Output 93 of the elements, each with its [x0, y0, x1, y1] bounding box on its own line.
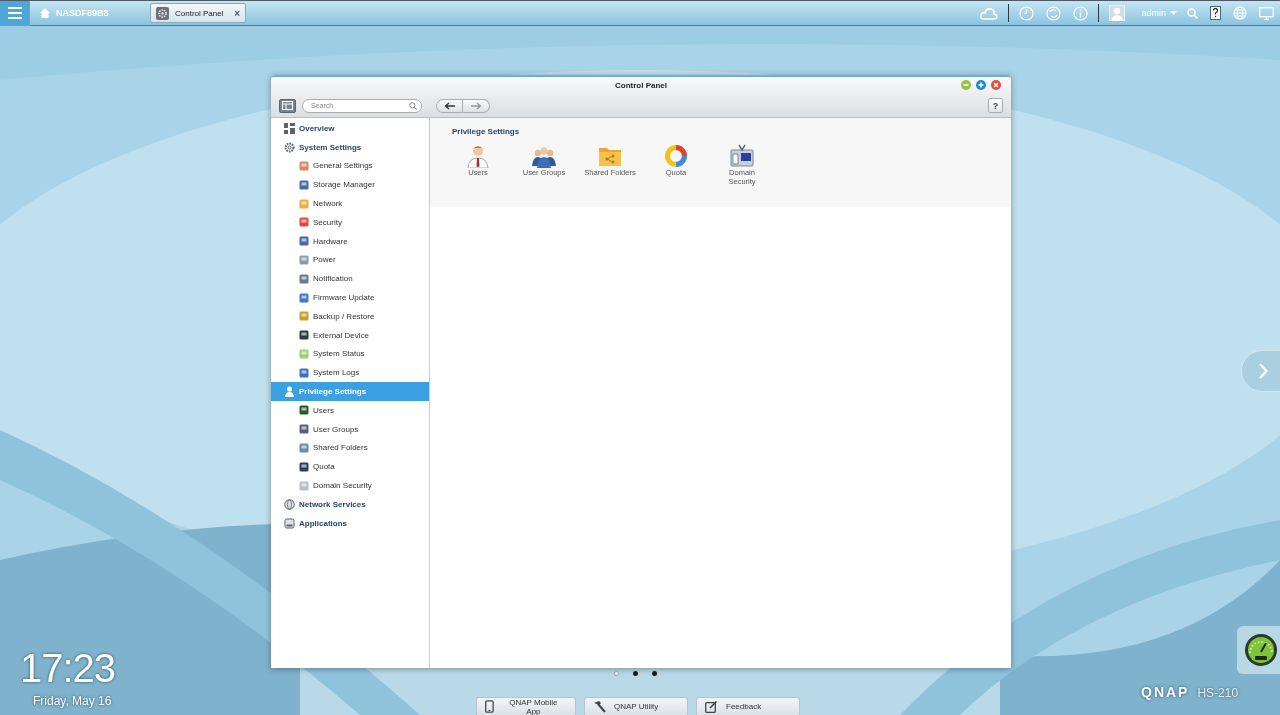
caret-icon[interactable] [1170, 10, 1177, 16]
sidebar-item[interactable]: Network [271, 194, 429, 213]
close-button[interactable] [991, 80, 1001, 90]
sidebar-section[interactable]: Applications [271, 513, 429, 533]
sidebar-item[interactable]: Shared Folders [271, 438, 429, 458]
clock-time: 17:23 [20, 646, 116, 690]
gear-icon [284, 141, 295, 153]
layout-icon [282, 101, 293, 110]
app-icon [299, 161, 309, 171]
app-tab[interactable]: Control Panel × [150, 3, 246, 23]
sidebar-item[interactable]: Backup / Restore [271, 306, 429, 326]
app-icon [299, 198, 309, 209]
sidebar-item[interactable]: Storage Manager [271, 175, 429, 195]
sidebar-item[interactable]: System Status [271, 344, 429, 364]
sidebar-item[interactable]: Power [271, 250, 429, 270]
back-button[interactable] [436, 98, 463, 113]
right-arrow-icon [470, 101, 482, 110]
help-button[interactable]: ? [988, 98, 1003, 113]
sidebar-item[interactable]: External Device [271, 325, 429, 345]
dock-button[interactable]: Feedback [696, 697, 800, 715]
sidebar-item[interactable]: Domain Security [271, 476, 429, 495]
help-icon[interactable] [1210, 6, 1221, 20]
sidebar-section[interactable]: System Settings [271, 137, 429, 157]
search-icon [409, 101, 417, 110]
dashboard-widget[interactable] [1237, 626, 1280, 674]
sidebar-section[interactable]: Network Services [271, 494, 429, 514]
edit-icon [705, 700, 718, 713]
app-icon [299, 480, 309, 491]
page-dot[interactable] [614, 671, 619, 676]
close-button[interactable]: × [234, 7, 240, 19]
sidebar-item[interactable]: System Logs [271, 363, 429, 383]
dock-button[interactable]: QNAP Mobile App [476, 697, 576, 715]
user-group-icon [532, 144, 556, 168]
app-icon [299, 348, 309, 359]
tab-label: Control Panel [175, 8, 225, 18]
brand-logo: QNAP [1141, 684, 1190, 700]
app-icon [299, 442, 309, 453]
gear-icon [156, 6, 169, 20]
sidebar-item[interactable]: Quota [271, 457, 429, 477]
app-icon [299, 236, 309, 247]
sidebar-item[interactable]: User Groups [271, 419, 429, 439]
dock-button[interactable]: QNAP Utility [584, 697, 688, 715]
maximize-button[interactable] [976, 80, 986, 90]
app-icon [299, 461, 309, 472]
app-icon [299, 367, 309, 378]
app-icon [299, 424, 309, 435]
phone-icon [485, 700, 494, 713]
app-icon [299, 217, 309, 228]
sidebar-item[interactable]: Users [271, 400, 429, 420]
chevron-right-icon [1258, 363, 1268, 379]
user-icon [466, 144, 490, 168]
sidebar-item[interactable]: General Settings [271, 156, 429, 176]
left-arrow-icon [443, 101, 456, 110]
avatar-icon[interactable] [1109, 5, 1126, 21]
home-icon [40, 8, 50, 18]
clock-date: Friday, May 16 [33, 694, 113, 708]
app-icon [299, 179, 309, 190]
search-icon[interactable] [1187, 7, 1198, 19]
sidebar-item[interactable]: Hardware [271, 231, 429, 251]
clock-icon[interactable] [1019, 5, 1035, 21]
globe-icon[interactable] [1233, 6, 1247, 20]
drive-icon [284, 517, 295, 529]
person-icon [284, 386, 295, 398]
app-icon [299, 330, 309, 341]
sidebar-section[interactable]: Overview [271, 119, 429, 138]
gauge-icon [1244, 633, 1278, 667]
menu-button[interactable] [0, 0, 30, 26]
cloud-icon[interactable] [980, 6, 999, 20]
minimize-button[interactable] [961, 80, 971, 90]
sidebar-item[interactable]: Notification [271, 269, 429, 289]
page-dot[interactable] [652, 671, 657, 676]
page-dot[interactable] [633, 671, 638, 676]
sidebar-item[interactable]: Firmware Update [271, 288, 429, 307]
hammer-icon [593, 700, 606, 713]
sync-icon[interactable] [1046, 5, 1062, 21]
next-page-button[interactable] [1241, 350, 1280, 392]
app-icon [299, 311, 309, 322]
ring-chart-icon [664, 144, 688, 168]
server-icon [730, 144, 754, 168]
view-toggle-button[interactable] [279, 98, 296, 113]
monitor-icon[interactable] [1259, 6, 1274, 20]
app-icon [299, 254, 309, 265]
app-icon [299, 273, 309, 284]
globe-icon [284, 498, 295, 510]
model-name: HS-210 [1197, 686, 1239, 700]
app-icon [299, 405, 309, 416]
sidebar-item[interactable]: Security [271, 213, 429, 232]
window-title: Control Panel [615, 81, 667, 90]
menu-icon [7, 7, 22, 19]
section-heading: Privilege Settings [452, 127, 521, 136]
grid-icon [284, 122, 295, 134]
app-icon [299, 292, 309, 303]
info-icon[interactable] [1073, 5, 1089, 21]
